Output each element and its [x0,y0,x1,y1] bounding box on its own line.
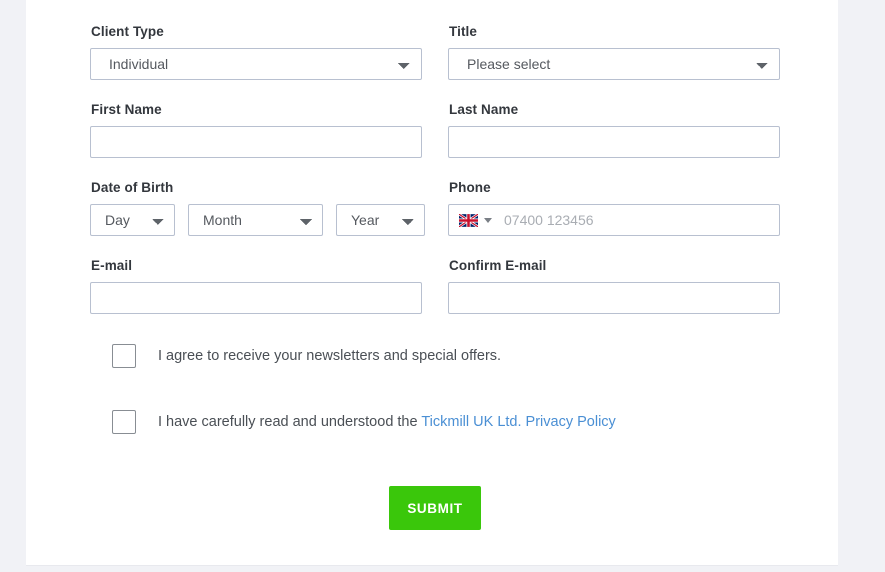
consent-section: I agree to receive your newsletters and … [90,344,780,434]
privacy-policy-link[interactable]: Tickmill UK Ltd. Privacy Policy [421,414,615,430]
form-row-dob-phone: Date of Birth Day Month Year Phone [90,180,780,236]
label-client-type: Client Type [91,24,164,39]
registration-card: Client Type Individual Title Please sele… [26,0,838,566]
dob-year-select[interactable]: Year [336,204,425,236]
dob-month-select[interactable]: Month [188,204,323,236]
country-code-selector[interactable] [449,205,498,235]
submit-button[interactable]: SUBMIT [389,486,481,530]
dob-select-group: Day Month Year [90,204,425,236]
field-confirm-email: Confirm E-mail [448,258,780,314]
submit-section: SUBMIT [90,486,780,530]
client-type-select[interactable]: Individual [90,48,422,80]
first-name-input[interactable] [90,126,422,158]
field-date-of-birth: Date of Birth Day Month Year [90,180,425,236]
last-name-input[interactable] [448,126,780,158]
field-title: Title Please select [448,24,780,80]
form-row-names: First Name Last Name [90,102,780,158]
confirm-email-input[interactable] [448,282,780,314]
privacy-policy-consent-checkbox[interactable] [112,410,136,434]
uk-flag-icon [459,213,478,227]
field-client-type: Client Type Individual [90,24,422,80]
chevron-down-icon [484,217,492,223]
label-date-of-birth: Date of Birth [91,180,174,195]
privacy-policy-consent-label: I have carefully read and understood the… [158,412,616,432]
form-row-emails: E-mail Confirm E-mail [90,258,780,314]
label-confirm-email: Confirm E-mail [449,258,547,273]
email-input[interactable] [90,282,422,314]
field-first-name: First Name [90,102,422,158]
label-phone: Phone [449,180,491,195]
consent-row-newsletter: I agree to receive your newsletters and … [90,344,780,368]
label-last-name: Last Name [449,102,519,117]
label-email: E-mail [91,258,133,273]
label-first-name: First Name [91,102,162,117]
label-title: Title [449,24,478,39]
consent-row-privacy-policy: I have carefully read and understood the… [90,410,780,434]
privacy-policy-consent-text: I have carefully read and understood the [158,414,422,430]
title-select[interactable]: Please select [448,48,780,80]
field-phone: Phone [448,180,780,236]
form-row-client-type-title: Client Type Individual Title Please sele… [90,24,780,80]
newsletter-consent-label: I agree to receive your newsletters and … [158,348,502,364]
phone-number-input[interactable] [498,205,779,235]
phone-input-group [448,204,780,236]
dob-day-select[interactable]: Day [90,204,175,236]
registration-form: Client Type Individual Title Please sele… [90,24,780,530]
field-email: E-mail [90,258,422,314]
field-last-name: Last Name [448,102,780,158]
newsletter-consent-checkbox[interactable] [112,344,136,368]
